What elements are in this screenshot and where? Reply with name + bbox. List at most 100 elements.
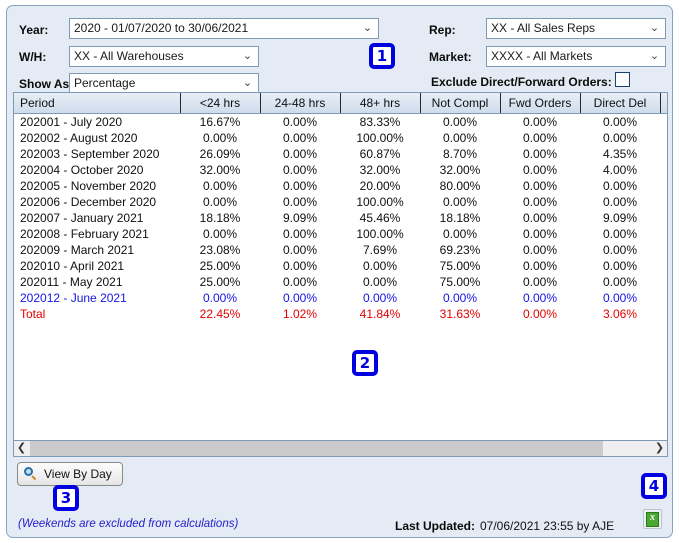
table-cell: 202007 - January 2021 xyxy=(20,211,144,225)
annotation-badge-3: 3 xyxy=(53,485,79,511)
table-row[interactable]: 202009 - March 2021 23.08% 0.00% 7.69% 69.23… xyxy=(14,242,667,258)
table-cell: 41.84% xyxy=(359,307,401,321)
table-body: 202001 - July 2020 16.67% 0.00% 83.33% 0.00%… xyxy=(14,114,667,323)
last-updated-value: 07/06/2021 23:55 by AJE xyxy=(480,519,615,533)
table-cell xyxy=(660,306,667,322)
column-header[interactable] xyxy=(660,93,667,114)
table-row[interactable]: 202007 - January 2021 18.18% 9.09% 45.46% 18… xyxy=(14,210,667,226)
table-cell: 32.00% xyxy=(439,163,481,177)
table-cell: 0.00% xyxy=(602,179,638,193)
table-row[interactable]: 202010 - April 2021 25.00% 0.00% 0.00% 75.00… xyxy=(14,258,667,274)
table-cell: 0.00% xyxy=(602,275,638,289)
column-header[interactable]: Fwd Orders xyxy=(500,93,581,114)
annotation-badge-4: 4 xyxy=(641,473,667,499)
table-cell xyxy=(660,130,667,146)
column-header[interactable]: 24-48 hrs xyxy=(260,93,341,114)
warehouse-dropdown-value: XX - All Warehouses xyxy=(74,49,184,63)
table-cell: 45.46% xyxy=(359,211,401,225)
table-cell: 0.00% xyxy=(522,275,558,289)
table-cell: 202010 - April 2021 xyxy=(20,259,125,273)
table-cell xyxy=(660,242,667,258)
warehouse-label: W/H: xyxy=(19,50,47,64)
column-header[interactable]: Not Compl xyxy=(420,93,501,114)
table-row[interactable]: 202008 - February 2021 0.00% 0.00% 100.00% 0… xyxy=(14,226,667,242)
table-cell xyxy=(660,226,667,242)
table-cell: 0.00% xyxy=(442,115,478,129)
table-row[interactable]: Total 22.45% 1.02% 41.84% 31.63% 0.00% 3.06% xyxy=(14,306,667,322)
market-dropdown[interactable]: XXXX - All Markets ⌄ xyxy=(486,46,666,67)
warehouse-dropdown[interactable]: XX - All Warehouses ⌄ xyxy=(69,46,259,67)
table-row[interactable]: 202006 - December 2020 0.00% 0.00% 100.00% 0… xyxy=(14,194,667,210)
table-cell: 0.00% xyxy=(522,195,558,209)
table-cell: 0.00% xyxy=(202,195,238,209)
table-cell: 69.23% xyxy=(439,243,481,257)
table-cell: 18.18% xyxy=(199,211,241,225)
table-cell: 0.00% xyxy=(282,195,318,209)
table-cell: 0.00% xyxy=(282,275,318,289)
filter-criteria-area: Year: 2020 - 01/07/2020 to 30/06/2021 ⌄ … xyxy=(7,6,672,94)
table-cell: 4.35% xyxy=(602,147,638,161)
table-cell: 0.00% xyxy=(362,259,398,273)
table-cell: 4.00% xyxy=(602,163,638,177)
scrollbar-thumb[interactable] xyxy=(30,441,603,456)
table-cell: 0.00% xyxy=(602,195,638,209)
table-cell: 202006 - December 2020 xyxy=(20,195,157,209)
table-cell xyxy=(660,290,667,306)
table-row[interactable]: 202002 - August 2020 0.00% 0.00% 100.00% 0.0… xyxy=(14,130,667,146)
market-dropdown-value: XXXX - All Markets xyxy=(491,49,593,63)
view-by-day-button[interactable]: View By Day xyxy=(17,462,123,486)
table-cell xyxy=(660,194,667,210)
table-cell: 202008 - February 2021 xyxy=(20,227,149,241)
table-cell: 26.09% xyxy=(199,147,241,161)
table-cell xyxy=(660,210,667,226)
table-row[interactable]: 202001 - July 2020 16.67% 0.00% 83.33% 0.00%… xyxy=(14,114,667,131)
column-header[interactable]: Period xyxy=(14,93,181,114)
table-cell: 0.00% xyxy=(282,147,318,161)
table-cell: 202004 - October 2020 xyxy=(20,163,144,177)
table-cell: 0.00% xyxy=(202,131,238,145)
table-cell: 0.00% xyxy=(522,115,558,129)
table-cell: 75.00% xyxy=(439,259,481,273)
chevron-down-icon: ⌄ xyxy=(649,22,660,34)
table-cell: 0.00% xyxy=(522,227,558,241)
show-as-dropdown[interactable]: Percentage ⌄ xyxy=(69,73,259,94)
chevron-right-icon[interactable]: ❯ xyxy=(652,441,667,456)
table-cell: 0.00% xyxy=(522,179,558,193)
exclude-direct-forward-checkbox[interactable] xyxy=(615,72,630,87)
results-grid[interactable]: Period <24 hrs 24-48 hrs 48+ hrs Not Compl Fw… xyxy=(13,92,668,454)
table-cell: 7.69% xyxy=(362,243,398,257)
table-cell: 202005 - November 2020 xyxy=(20,179,157,193)
report-window: Year: 2020 - 01/07/2020 to 30/06/2021 ⌄ … xyxy=(0,0,679,543)
table-cell: 0.00% xyxy=(282,243,318,257)
table-cell: 0.00% xyxy=(442,291,478,305)
view-by-day-label: View By Day xyxy=(44,467,112,481)
table-row[interactable]: 202005 - November 2020 0.00% 0.00% 20.00% 80… xyxy=(14,178,667,194)
grid-horizontal-scrollbar[interactable]: ❮ ❯ xyxy=(13,440,668,457)
table-cell: 0.00% xyxy=(442,227,478,241)
table-cell: 0.00% xyxy=(362,291,398,305)
table-cell: 18.18% xyxy=(439,211,481,225)
table-row[interactable]: 202003 - September 2020 26.09% 0.00% 60.87%… xyxy=(14,146,667,162)
excel-export-button[interactable] xyxy=(643,509,662,529)
table-cell: 0.00% xyxy=(442,195,478,209)
rep-dropdown[interactable]: XX - All Sales Reps ⌄ xyxy=(486,18,666,39)
table-row[interactable]: 202004 - October 2020 32.00% 0.00% 32.00% 32… xyxy=(14,162,667,178)
table-cell: 0.00% xyxy=(602,227,638,241)
column-header[interactable]: Direct Del xyxy=(580,93,661,114)
table-cell: 0.00% xyxy=(602,291,638,305)
chevron-left-icon[interactable]: ❮ xyxy=(14,441,29,456)
table-row[interactable]: 202011 - May 2021 25.00% 0.00% 0.00% 75.00% 0… xyxy=(14,274,667,290)
table-cell: 0.00% xyxy=(202,179,238,193)
table-cell: 9.09% xyxy=(602,211,638,225)
table-cell: Total xyxy=(20,307,46,321)
table-cell: 202011 - May 2021 xyxy=(20,275,123,289)
chevron-down-icon: ⌄ xyxy=(242,77,253,89)
show-as-dropdown-value: Percentage xyxy=(74,76,136,90)
weekend-note: (Weekends are excluded from calculations… xyxy=(18,518,239,530)
magnifier-icon xyxy=(24,467,38,481)
table-row[interactable]: 202012 - June 2021 0.00% 0.00% 0.00% 0.00% 0.… xyxy=(14,290,667,306)
column-header[interactable]: 48+ hrs xyxy=(340,93,421,114)
table-cell xyxy=(660,258,667,274)
year-dropdown[interactable]: 2020 - 01/07/2020 to 30/06/2021 ⌄ xyxy=(69,18,379,39)
column-header[interactable]: <24 hrs xyxy=(180,93,261,114)
